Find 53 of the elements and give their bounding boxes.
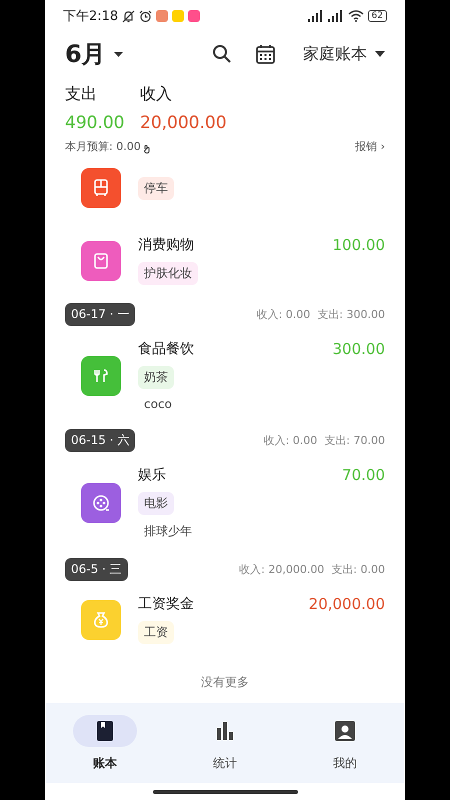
category-name: 消费购物: [138, 236, 194, 254]
app-icon: [188, 10, 200, 22]
income-label: 收入: [140, 84, 173, 105]
date-label: 06-17 · 一: [65, 303, 136, 326]
signal-icon: [308, 10, 324, 22]
wifi-icon: [348, 10, 364, 22]
signal-icon: [328, 10, 344, 22]
category-name: 工资奖金: [138, 595, 194, 613]
day-totals: 收入: 0.00 支出: 70.00: [264, 433, 385, 448]
category-name: 食品餐饮: [138, 340, 194, 358]
tag: 奶茶: [138, 366, 174, 389]
app-icon: [172, 10, 184, 22]
date-label: 06-5 · 三: [65, 558, 128, 581]
status-time: 下午2:18: [63, 8, 118, 25]
tag: 电影: [138, 492, 174, 515]
battery-level: 62: [368, 10, 387, 22]
tag: 停车: [138, 176, 174, 200]
bell-off-icon: [122, 10, 136, 22]
date-label: 06-15 · 六: [65, 429, 136, 452]
amount: 20,000.00: [308, 595, 385, 613]
hand-icon: [142, 144, 151, 154]
day-totals: 收入: 20,000.00 支出: 0.00: [239, 562, 385, 577]
search-icon: [212, 44, 232, 64]
note: coco: [143, 397, 172, 411]
no-more-text: 没有更多: [201, 674, 249, 691]
book-icon: [96, 720, 114, 740]
caret-icon: [114, 52, 123, 56]
tag: 工资: [138, 621, 174, 644]
calendar-button[interactable]: [256, 44, 275, 64]
day-totals: 收入: 0.00 支出: 300.00: [256, 307, 385, 322]
reimburse-link[interactable]: 报销 ›: [355, 139, 385, 154]
book-selector[interactable]: 家庭账本: [303, 44, 385, 64]
expense-label: 支出: [65, 84, 98, 105]
expense-total: 490.00: [65, 113, 126, 133]
profile-icon: [335, 720, 355, 740]
nav-tab[interactable]: 我的: [285, 703, 405, 783]
amount: 70.00: [342, 466, 385, 484]
month-selector[interactable]: 6月: [65, 38, 123, 70]
amount: 100.00: [332, 236, 385, 254]
income-total: 20,000.00: [140, 113, 227, 133]
bar-chart-icon: [216, 722, 234, 740]
tag: 护肤化妆: [138, 262, 198, 285]
nav-tab[interactable]: 统计: [165, 703, 285, 783]
budget-text: 本月预算: 0.00: [65, 139, 141, 154]
search-button[interactable]: [212, 44, 232, 64]
calendar-icon: [256, 44, 275, 64]
caret-icon: [375, 51, 385, 57]
nav-tab[interactable]: 账本: [45, 703, 165, 783]
note: 排球少年: [143, 523, 192, 540]
alarm-icon: [139, 10, 152, 22]
app-icon: [156, 10, 168, 22]
category-name: 娱乐: [138, 466, 166, 484]
amount: 300.00: [332, 340, 385, 358]
